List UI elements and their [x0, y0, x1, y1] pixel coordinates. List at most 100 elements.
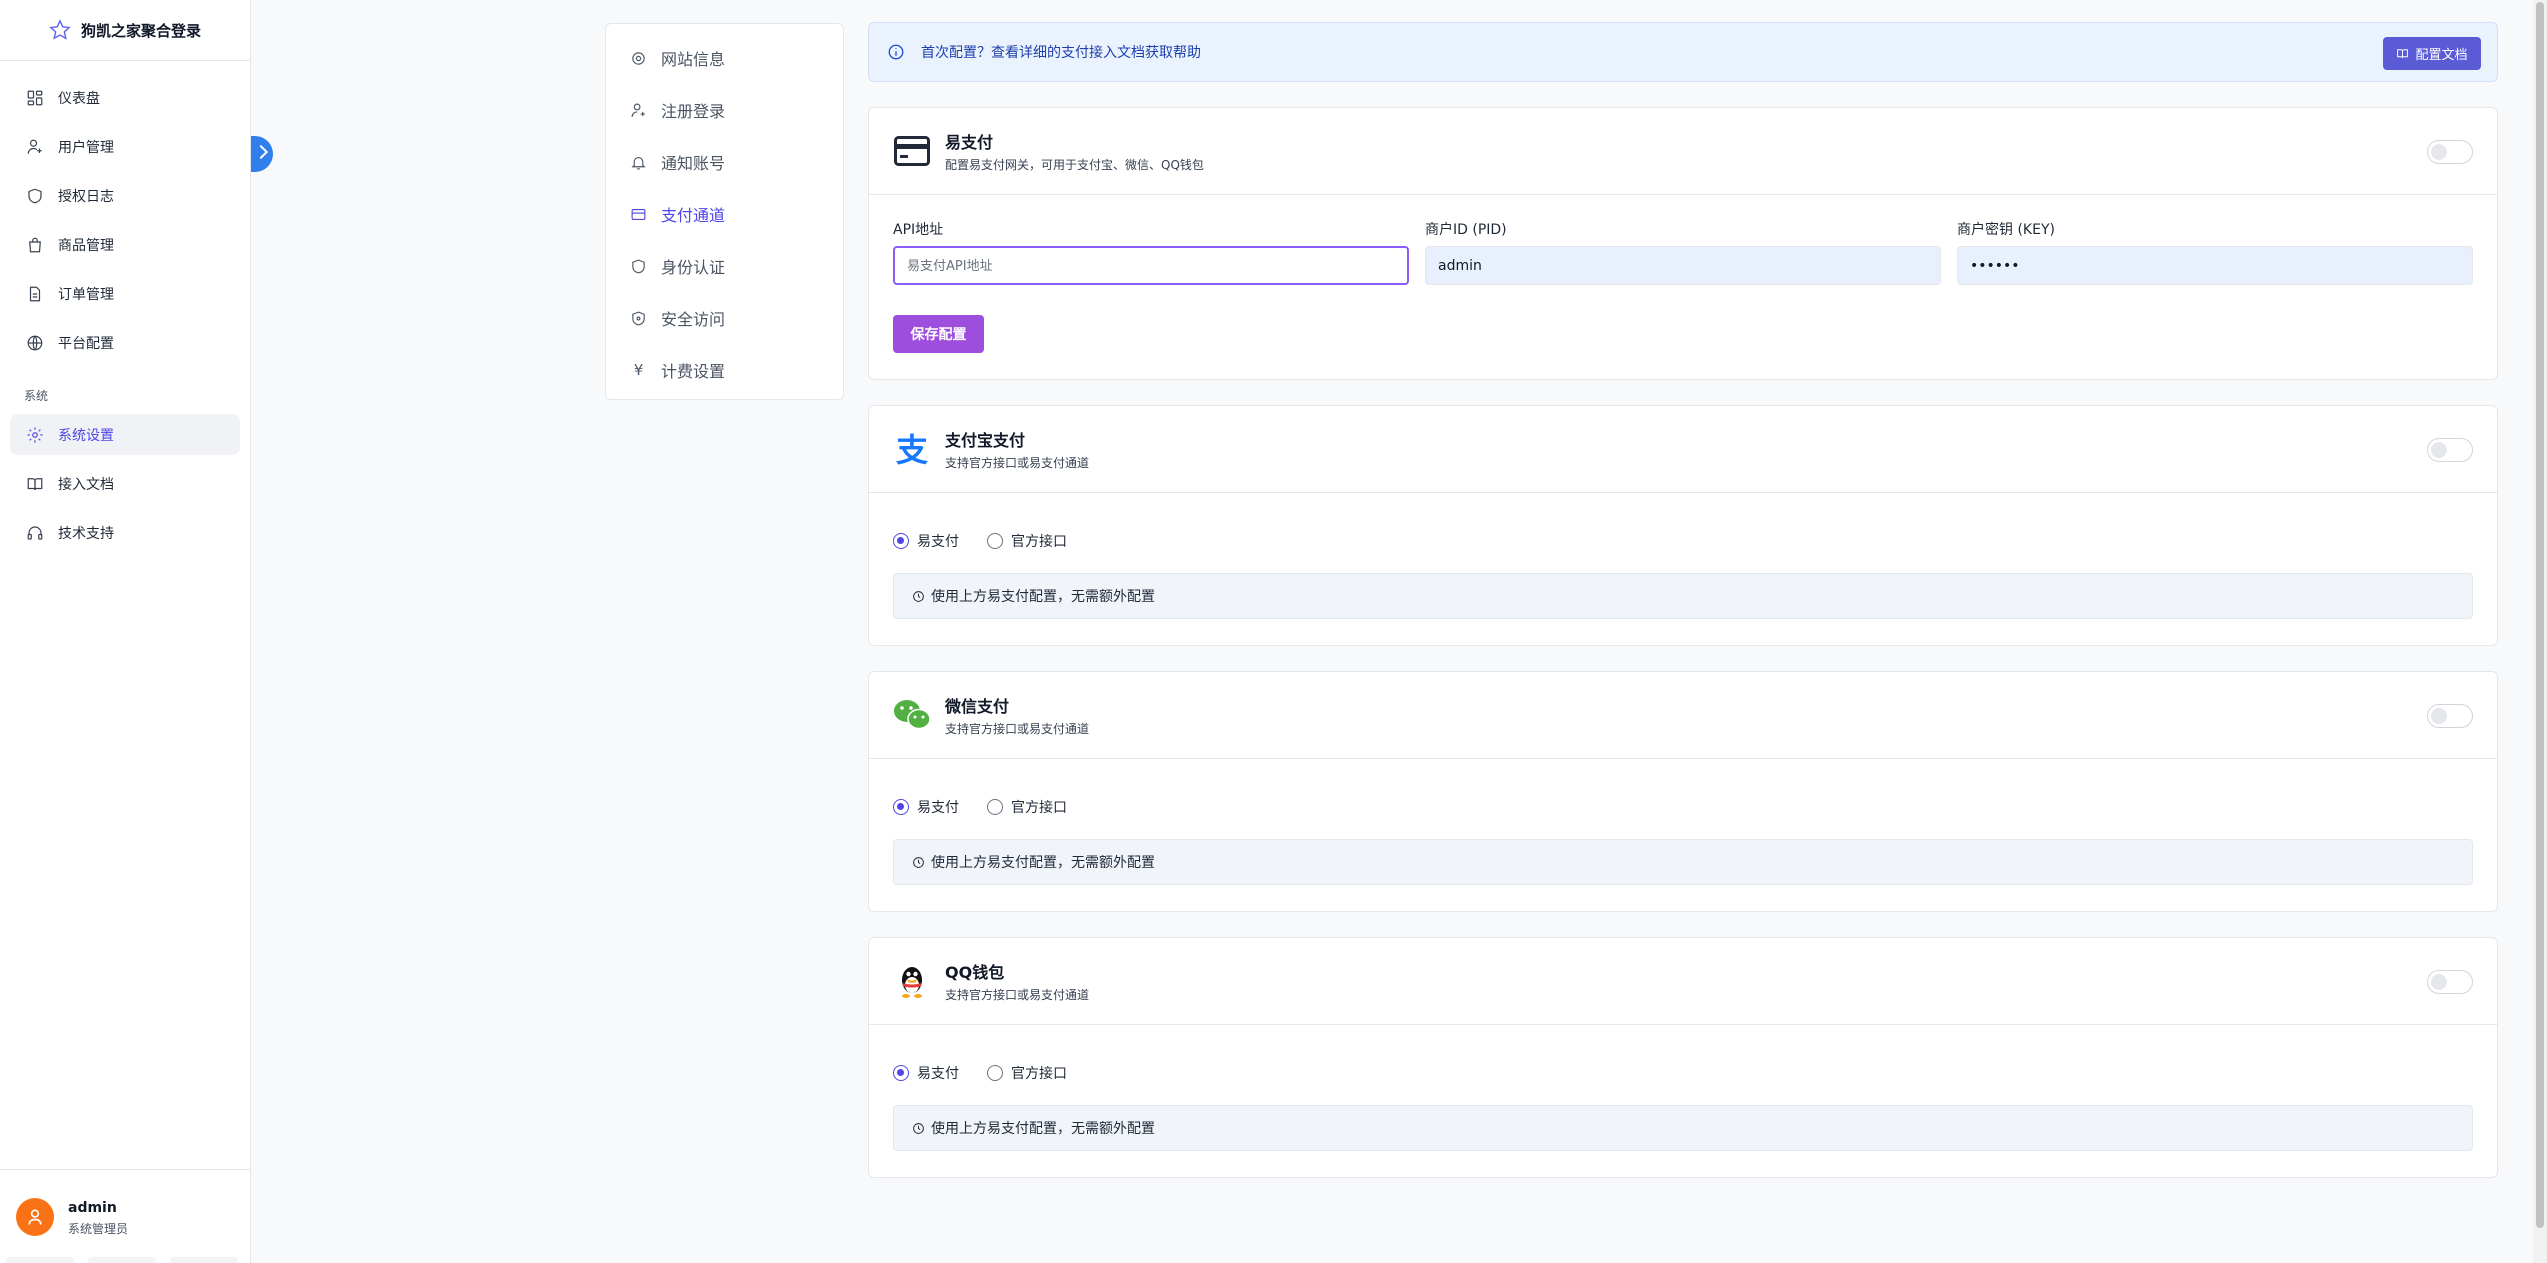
sidebar-section-system: 系统 — [24, 389, 49, 403]
page-scrollbar[interactable] — [2533, 0, 2547, 1263]
sidebar-item-label: 仪表盘 — [58, 90, 100, 107]
credit-card-icon — [631, 208, 646, 220]
user-avatar-icon — [28, 1209, 42, 1225]
user-icon — [27, 139, 42, 154]
submenu-item-site-info[interactable]: 网站信息 — [606, 32, 843, 84]
sidebar-item-system-settings[interactable]: 系统设置 — [10, 414, 240, 455]
brand-name: 狗凯之家聚合登录 — [80, 21, 201, 40]
radio-dot — [893, 533, 909, 549]
avatar[interactable] — [16, 1198, 54, 1236]
alipay-note: 使用上方易支付配置，无需额外配置 — [893, 573, 2473, 619]
pid-input[interactable] — [1425, 246, 1941, 285]
sidebar-item-products[interactable]: 商品管理 — [10, 224, 240, 265]
info-icon — [913, 590, 924, 602]
api-url-label: API地址 — [893, 222, 944, 238]
bag-icon — [29, 237, 41, 252]
radio-dot — [893, 1065, 909, 1081]
submenu-item-label: 安全访问 — [661, 310, 726, 329]
radio-dot — [987, 1065, 1003, 1081]
alipay-title: 支付宝支付 — [945, 431, 1026, 450]
radio-label: 易支付 — [917, 1066, 959, 1082]
scrollbar-thumb[interactable] — [2536, 2, 2544, 1228]
alipay-card-header: 支 支付宝支付 支持官方接口或易支付通道 — [869, 406, 2497, 493]
config-docs-button[interactable]: 配置文档 — [2383, 37, 2481, 70]
qq-wallet-enable-toggle[interactable] — [2427, 970, 2473, 994]
sidebar-item-dashboard[interactable]: 仪表盘 — [10, 77, 240, 118]
qq-icon — [893, 962, 931, 1000]
epay-title: 易支付 — [945, 133, 994, 152]
sidebar-item-platform[interactable]: 平台配置 — [10, 322, 240, 363]
submenu-item-label: 网站信息 — [661, 50, 726, 69]
note-text: 使用上方易支付配置，无需额外配置 — [931, 589, 1155, 605]
banner-text: 首次配置？查看详细的支付接入文档获取帮助 — [921, 45, 1201, 61]
submenu-item-payment[interactable]: 支付通道 — [606, 188, 843, 240]
shield-check-icon — [632, 311, 645, 325]
submenu-item-label: 通知账号 — [661, 154, 726, 173]
wechat-card-body: 易支付 官方接口 使用上方易支付配置，无需额外配置 — [869, 759, 2497, 911]
radio-dot — [893, 799, 909, 815]
api-url-input[interactable] — [893, 246, 1409, 285]
bell-icon — [631, 156, 646, 169]
shield-icon — [28, 188, 42, 203]
brand[interactable]: 狗凯之家聚合登录 — [0, 0, 250, 61]
radio-label: 官方接口 — [1011, 1066, 1067, 1082]
submenu-item-notify[interactable]: 通知账号 — [606, 136, 843, 188]
sidebar-collapse-handle[interactable] — [251, 136, 273, 172]
qq-wallet-card-header: QQ钱包 支持官方接口或易支付通道 — [869, 938, 2497, 1025]
shield-icon — [632, 259, 645, 273]
dashboard-icon — [27, 90, 43, 105]
sidebar-item-support[interactable]: 技术支持 — [10, 512, 240, 553]
submenu-item-security[interactable]: 安全访问 — [606, 292, 843, 344]
alipay-desc: 支持官方接口或易支付通道 — [945, 456, 1090, 470]
user-action-tab[interactable] — [6, 1257, 74, 1263]
submenu-item-label: 计费设置 — [661, 362, 726, 381]
svg-text:支: 支 — [896, 431, 928, 467]
submenu-item-register-login[interactable]: 注册登录 — [606, 84, 843, 136]
qq-radio-epay[interactable]: 易支付 — [893, 1063, 959, 1083]
submenu-item-identity[interactable]: 身份认证 — [606, 240, 843, 292]
epay-enable-toggle[interactable] — [2427, 140, 2473, 164]
config-docs-label: 配置文档 — [2415, 47, 2468, 62]
qq-radio-official[interactable]: 官方接口 — [987, 1063, 1067, 1083]
sidebar-item-label: 系统设置 — [58, 427, 114, 444]
epay-card-header: 易支付 配置易支付网关，可用于支付宝、微信、QQ钱包 — [869, 108, 2497, 195]
note-text: 使用上方易支付配置，无需额外配置 — [931, 1121, 1155, 1137]
alipay-radio-official[interactable]: 官方接口 — [987, 531, 1067, 551]
key-input[interactable] — [1957, 246, 2473, 285]
alipay-enable-toggle[interactable] — [2427, 438, 2473, 462]
wechat-enable-toggle[interactable] — [2427, 704, 2473, 728]
alipay-radio-epay[interactable]: 易支付 — [893, 531, 959, 551]
star-logo-icon — [49, 19, 71, 40]
sidebar-item-users[interactable]: 用户管理 — [10, 126, 240, 167]
radio-label: 官方接口 — [1011, 800, 1067, 816]
wechat-radio-epay[interactable]: 易支付 — [893, 797, 959, 817]
user-plus-icon — [631, 103, 645, 117]
wechat-note: 使用上方易支付配置，无需额外配置 — [893, 839, 2473, 885]
submenu-item-billing[interactable]: ¥ 计费设置 — [606, 344, 843, 396]
sidebar-item-label: 用户管理 — [58, 139, 114, 156]
gear-icon — [27, 427, 43, 442]
sidebar-nav: 仪表盘 用户管理 授权日志 商品管理 订单管理 平台配置 系统 系统设置 接入文… — [0, 61, 250, 553]
submenu-item-label: 注册登录 — [661, 102, 726, 121]
info-banner: 首次配置？查看详细的支付接入文档获取帮助 配置文档 — [868, 22, 2498, 82]
sidebar-item-auth-log[interactable]: 授权日志 — [10, 175, 240, 216]
radio-label: 官方接口 — [1011, 534, 1067, 550]
sidebar-item-orders[interactable]: 订单管理 — [10, 273, 240, 314]
wechat-radio-official[interactable]: 官方接口 — [987, 797, 1067, 817]
sidebar: 狗凯之家聚合登录 仪表盘 用户管理 授权日志 商品管理 订单管理 平台配置 系统 — [0, 0, 251, 1263]
qq-wallet-title: QQ钱包 — [945, 963, 1005, 982]
book-icon — [2397, 49, 2409, 58]
user-action-tab[interactable] — [88, 1257, 156, 1263]
wechat-card: 微信支付 支持官方接口或易支付通道 易支付 官方接口 使用上方易支付配置，无需额… — [868, 671, 2498, 912]
main-content: 首次配置？查看详细的支付接入文档获取帮助 配置文档 易支付 配置易支付网关，可用… — [868, 22, 2498, 1178]
radio-dot — [987, 533, 1003, 549]
info-icon — [888, 44, 904, 60]
sidebar-item-label: 授权日志 — [58, 188, 114, 205]
user-action-tab[interactable] — [170, 1257, 238, 1263]
sidebar-item-docs[interactable]: 接入文档 — [10, 463, 240, 504]
user-card[interactable]: admin 系统管理员 — [0, 1169, 251, 1263]
alipay-card: 支 支付宝支付 支持官方接口或易支付通道 易支付 官方接口 使用上方易支付配置，… — [868, 405, 2498, 646]
wechat-desc: 支持官方接口或易支付通道 — [945, 722, 1090, 736]
save-config-button[interactable]: 保存配置 — [893, 315, 984, 353]
user-actions — [6, 1257, 238, 1263]
